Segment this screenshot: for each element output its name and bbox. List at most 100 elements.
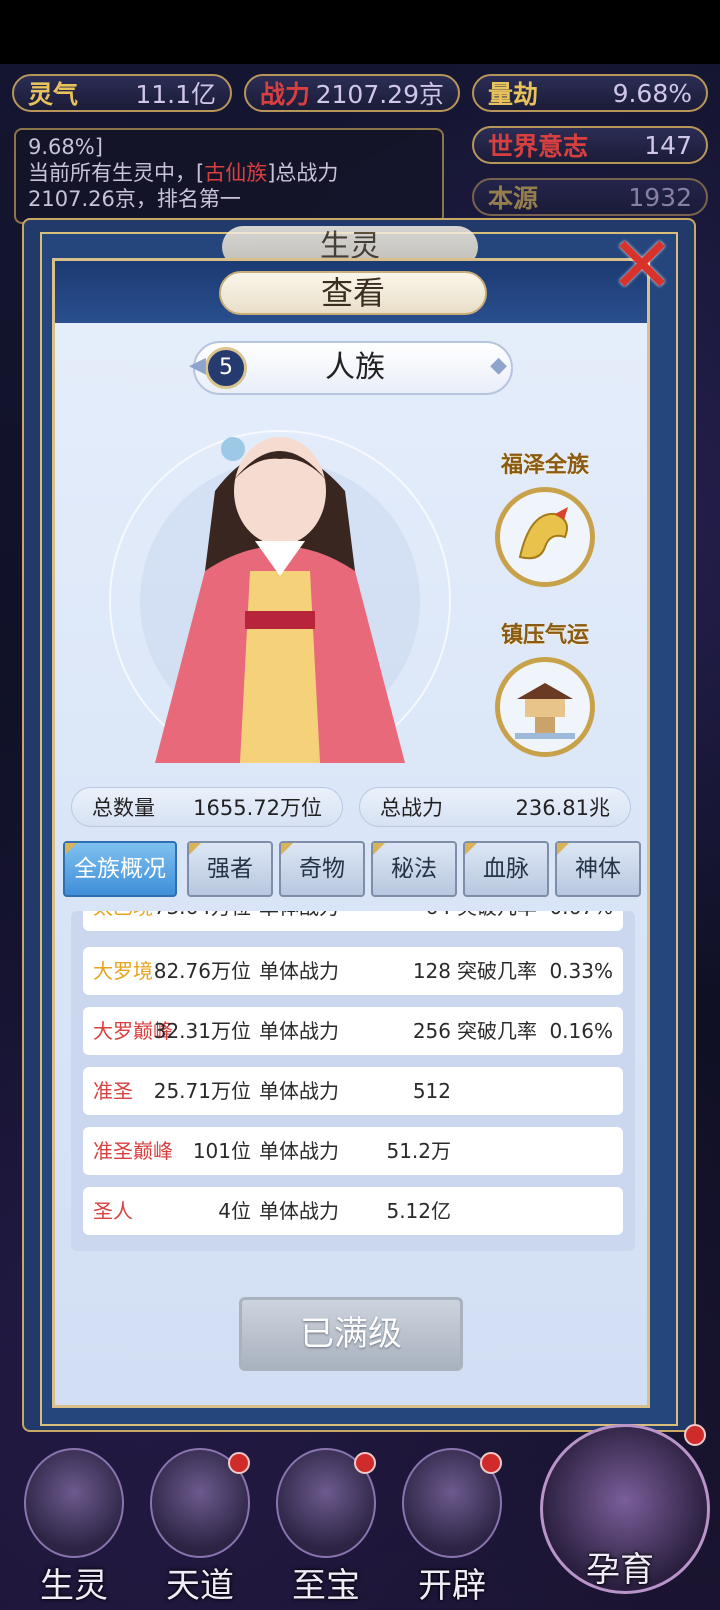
dialog-title: 查看 — [219, 271, 487, 315]
stat-label: 量劫 — [488, 80, 539, 109]
tab-divine-body[interactable]: 神体 — [555, 841, 641, 897]
arrow-right-icon[interactable]: ◆ — [490, 353, 507, 378]
notification-dot — [480, 1452, 502, 1474]
tooltip-line: 当前所有生灵中，[古仙族]总战力 — [28, 160, 430, 186]
nav-zhibao[interactable]: 至宝 — [266, 1448, 386, 1608]
race-selector[interactable]: 5 人族 ◀ ◆ — [189, 341, 513, 395]
realm-power: 5.12亿 — [386, 1199, 451, 1223]
tab-label: 全族概况 — [74, 856, 166, 882]
stat-benyuan[interactable]: 本源 1932 — [472, 178, 708, 216]
stat-value: 11.1亿 — [135, 80, 216, 109]
realm-name: 准圣巅峰 — [93, 1139, 173, 1163]
nav-label: 生灵 — [40, 1566, 108, 1606]
status-bar — [0, 0, 720, 64]
tab-overview[interactable]: 全族概况 — [63, 841, 177, 897]
breakthrough-rate: 0.33% — [549, 959, 613, 983]
stat-value: 9.68% — [612, 78, 692, 108]
power-label: 单体战力 — [259, 1139, 339, 1163]
stat-zhanli[interactable]: 战力 2107.29京 — [244, 74, 460, 112]
realm-row: 太乙境 73.64万位 单体战力 64 突破几率 0.67% — [83, 911, 623, 931]
tab-corner-icon — [465, 843, 477, 855]
nav-kaipi[interactable]: 开辟 — [392, 1448, 512, 1608]
realm-count: 73.64万位 — [154, 911, 251, 931]
summary-label: 总数量 — [92, 796, 155, 820]
tab-bloodline[interactable]: 血脉 — [463, 841, 549, 897]
tab-treasures[interactable]: 奇物 — [279, 841, 365, 897]
realm-row: 准圣巅峰 101位 单体战力 51.2万 — [83, 1127, 623, 1175]
nav-label: 孕育 — [586, 1550, 654, 1590]
stat-label: 战力 — [260, 80, 311, 109]
realm-name: 准圣 — [93, 1079, 133, 1103]
info-tooltip: 9.68%] 当前所有生灵中，[古仙族]总战力 2107.26京，排名第一 — [14, 128, 444, 224]
tab-label: 秘法 — [391, 856, 437, 882]
power-label: 单体战力 — [259, 911, 339, 931]
realm-count: 101位 — [192, 1139, 251, 1163]
realm-row: 大罗巅峰 32.31万位 单体战力 256 突破几率 0.16% — [83, 1007, 623, 1055]
nav-shengling[interactable]: 生灵 — [14, 1448, 134, 1608]
palace-icon[interactable] — [495, 657, 595, 757]
power-label: 单体战力 — [259, 1199, 339, 1223]
character-portrait — [109, 430, 451, 763]
realm-power: 51.2万 — [386, 1139, 451, 1163]
power-label: 单体战力 — [259, 959, 339, 983]
stat-label: 灵气 — [28, 80, 79, 109]
tooltip-text: 当前所有生灵中，[ — [28, 161, 205, 185]
realm-power: 64 — [426, 911, 451, 931]
tab-strong[interactable]: 强者 — [187, 841, 273, 897]
realm-count: 4位 — [218, 1199, 251, 1223]
view-dialog: 查看 5 人族 ◀ ◆ 福泽全族 镇压气运 总数量 1655.72万位 总战力 … — [52, 258, 650, 1408]
tab-label: 神体 — [575, 856, 621, 882]
skill-suppress[interactable]: 镇压气运 — [475, 617, 615, 757]
max-level-button[interactable]: 已满级 — [239, 1297, 463, 1371]
tab-corner-icon — [373, 843, 385, 855]
realm-row: 准圣 25.71万位 单体战力 512 — [83, 1067, 623, 1115]
realm-name: 圣人 — [93, 1199, 133, 1223]
stat-value: 1932 — [628, 182, 692, 212]
realm-count: 32.31万位 — [153, 1019, 251, 1043]
arrow-left-icon[interactable]: ◀ — [189, 353, 206, 378]
tooltip-line: 9.68%] — [28, 135, 103, 159]
realm-name: 大罗境 — [93, 959, 153, 983]
realm-count: 82.76万位 — [153, 959, 251, 983]
breakthrough-label: 突破几率 — [457, 959, 537, 983]
breakthrough-label: 突破几率 — [457, 911, 537, 931]
realm-list[interactable]: 太乙境 73.64万位 单体战力 64 突破几率 0.67% 大罗境 82.76… — [71, 911, 635, 1251]
tab-label: 血脉 — [483, 856, 529, 882]
nav-tiandao[interactable]: 天道 — [140, 1448, 260, 1608]
race-name: 人族 — [325, 350, 385, 385]
dragon-glyph — [518, 507, 568, 560]
notification-dot — [684, 1424, 706, 1446]
stat-world-will[interactable]: 世界意志 147 — [472, 126, 708, 164]
breakthrough-rate: 0.16% — [549, 1019, 613, 1043]
tab-label: 奇物 — [299, 856, 345, 882]
skill-label: 福泽全族 — [500, 452, 589, 478]
breakthrough-label: 突破几率 — [457, 1019, 537, 1043]
close-icon[interactable]: ✕ — [606, 227, 678, 305]
tab-corner-icon — [557, 843, 569, 855]
nav-label: 天道 — [166, 1566, 234, 1606]
tab-corner-icon — [65, 843, 77, 855]
realm-power: 128 — [412, 959, 451, 983]
tooltip-line: 2107.26京，排名第一 — [28, 187, 241, 211]
notification-dot — [228, 1452, 250, 1474]
tab-corner-icon — [189, 843, 201, 855]
nav-yunyu[interactable]: 孕育 — [540, 1424, 710, 1604]
phoenix-icon — [24, 1448, 124, 1558]
summary-label: 总战力 — [380, 796, 443, 820]
stat-value: 147 — [644, 130, 692, 160]
realm-row: 大罗境 82.76万位 单体战力 128 突破几率 0.33% — [83, 947, 623, 995]
skill-label: 镇压气运 — [500, 622, 589, 648]
palace-glyph — [515, 683, 575, 739]
stat-lingqi[interactable]: 灵气 11.1亿 — [12, 74, 232, 112]
tooltip-text: ]总战力 — [267, 161, 339, 185]
golden-dragon-icon[interactable] — [495, 487, 595, 587]
realm-name: 太乙境 — [93, 911, 153, 931]
nav-label: 开辟 — [418, 1566, 486, 1606]
realm-power: 512 — [412, 1079, 451, 1103]
tab-secret-arts[interactable]: 秘法 — [371, 841, 457, 897]
skill-blessing[interactable]: 福泽全族 — [475, 447, 615, 587]
stat-label: 世界意志 — [488, 132, 589, 161]
notification-dot — [354, 1452, 376, 1474]
stat-liangjie[interactable]: 量劫 9.68% — [472, 74, 708, 112]
summary-value: 1655.72万位 — [193, 796, 322, 820]
